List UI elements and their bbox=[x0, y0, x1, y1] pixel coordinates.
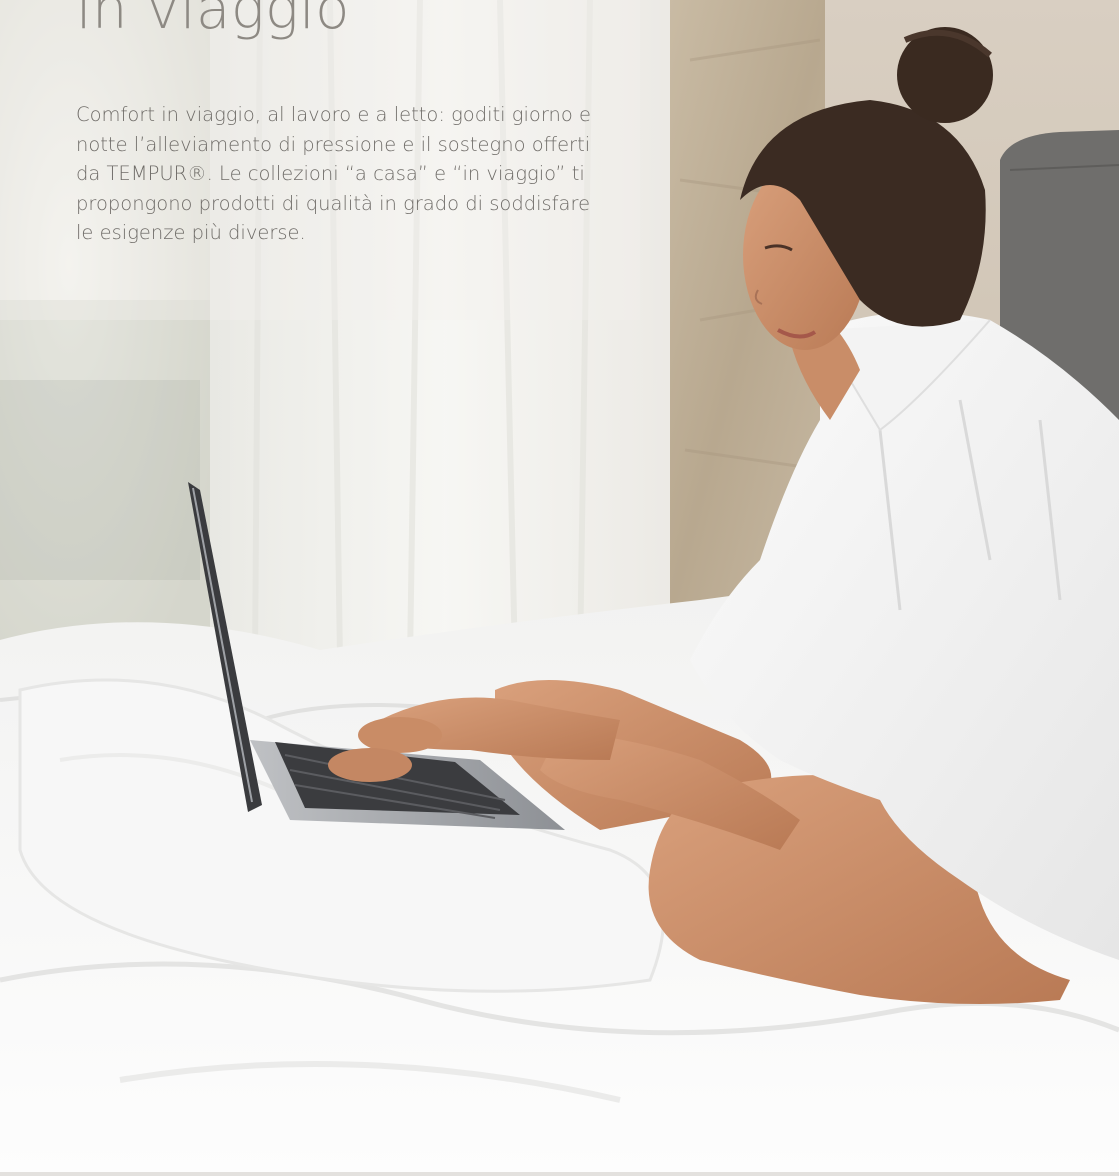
hero-description: Comfort in viaggio, al lavoro e a letto:… bbox=[76, 103, 591, 244]
bottom-divider bbox=[0, 1172, 1119, 1176]
hero-headline: in viaggio bbox=[76, 0, 350, 42]
hero-copy: in viaggio Comfort in viaggio, al lavoro… bbox=[76, 0, 596, 248]
hero-section: in viaggio Comfort in viaggio, al lavoro… bbox=[0, 0, 1119, 1176]
